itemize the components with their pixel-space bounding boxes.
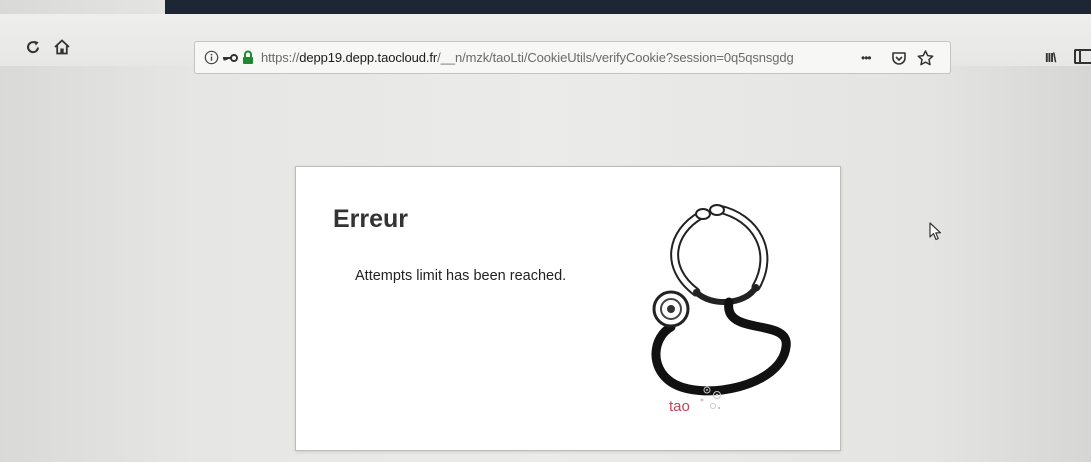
reload-icon: [27, 40, 39, 54]
stethoscope-icon: [651, 204, 791, 396]
reload-button[interactable]: [20, 34, 46, 60]
more-icon[interactable]: •••: [861, 42, 872, 73]
address-bar[interactable]: https://depp19.depp.taocloud.fr/__n/mzk/…: [194, 41, 951, 74]
pocket-icon[interactable]: [891, 42, 907, 73]
mouse-cursor-icon: [929, 222, 942, 241]
url-path: /__n/mzk/taoLti/CookieUtils/verifyCookie…: [437, 50, 794, 65]
lock-icon[interactable]: [242, 42, 254, 73]
url-prefix: https://: [261, 50, 300, 65]
tao-logo-dots-icon: [700, 386, 721, 410]
dialog-title: Erreur: [333, 205, 409, 233]
info-icon[interactable]: [204, 42, 219, 73]
error-dialog: Erreur Attempts limit has been reached. …: [295, 166, 841, 451]
url-text[interactable]: https://depp19.depp.taocloud.fr/__n/mzk/…: [261, 42, 841, 73]
window-top-strip: [165, 0, 1091, 14]
dialog-message: Attempts limit has been reached.: [355, 268, 567, 284]
library-icon[interactable]: III\: [1045, 50, 1056, 65]
sidebar-icon[interactable]: [1074, 49, 1091, 64]
url-host: depp19.depp.taocloud.fr: [299, 50, 438, 65]
home-button[interactable]: [49, 34, 75, 60]
star-icon[interactable]: [917, 42, 934, 73]
key-icon[interactable]: [222, 42, 238, 73]
tao-logo: tao: [669, 386, 721, 415]
home-icon: [54, 39, 70, 55]
browser-toolbar: https://depp19.depp.taocloud.fr/__n/mzk/…: [0, 14, 1091, 74]
url-fade: [795, 43, 843, 72]
tao-logo-text: tao: [669, 398, 690, 415]
